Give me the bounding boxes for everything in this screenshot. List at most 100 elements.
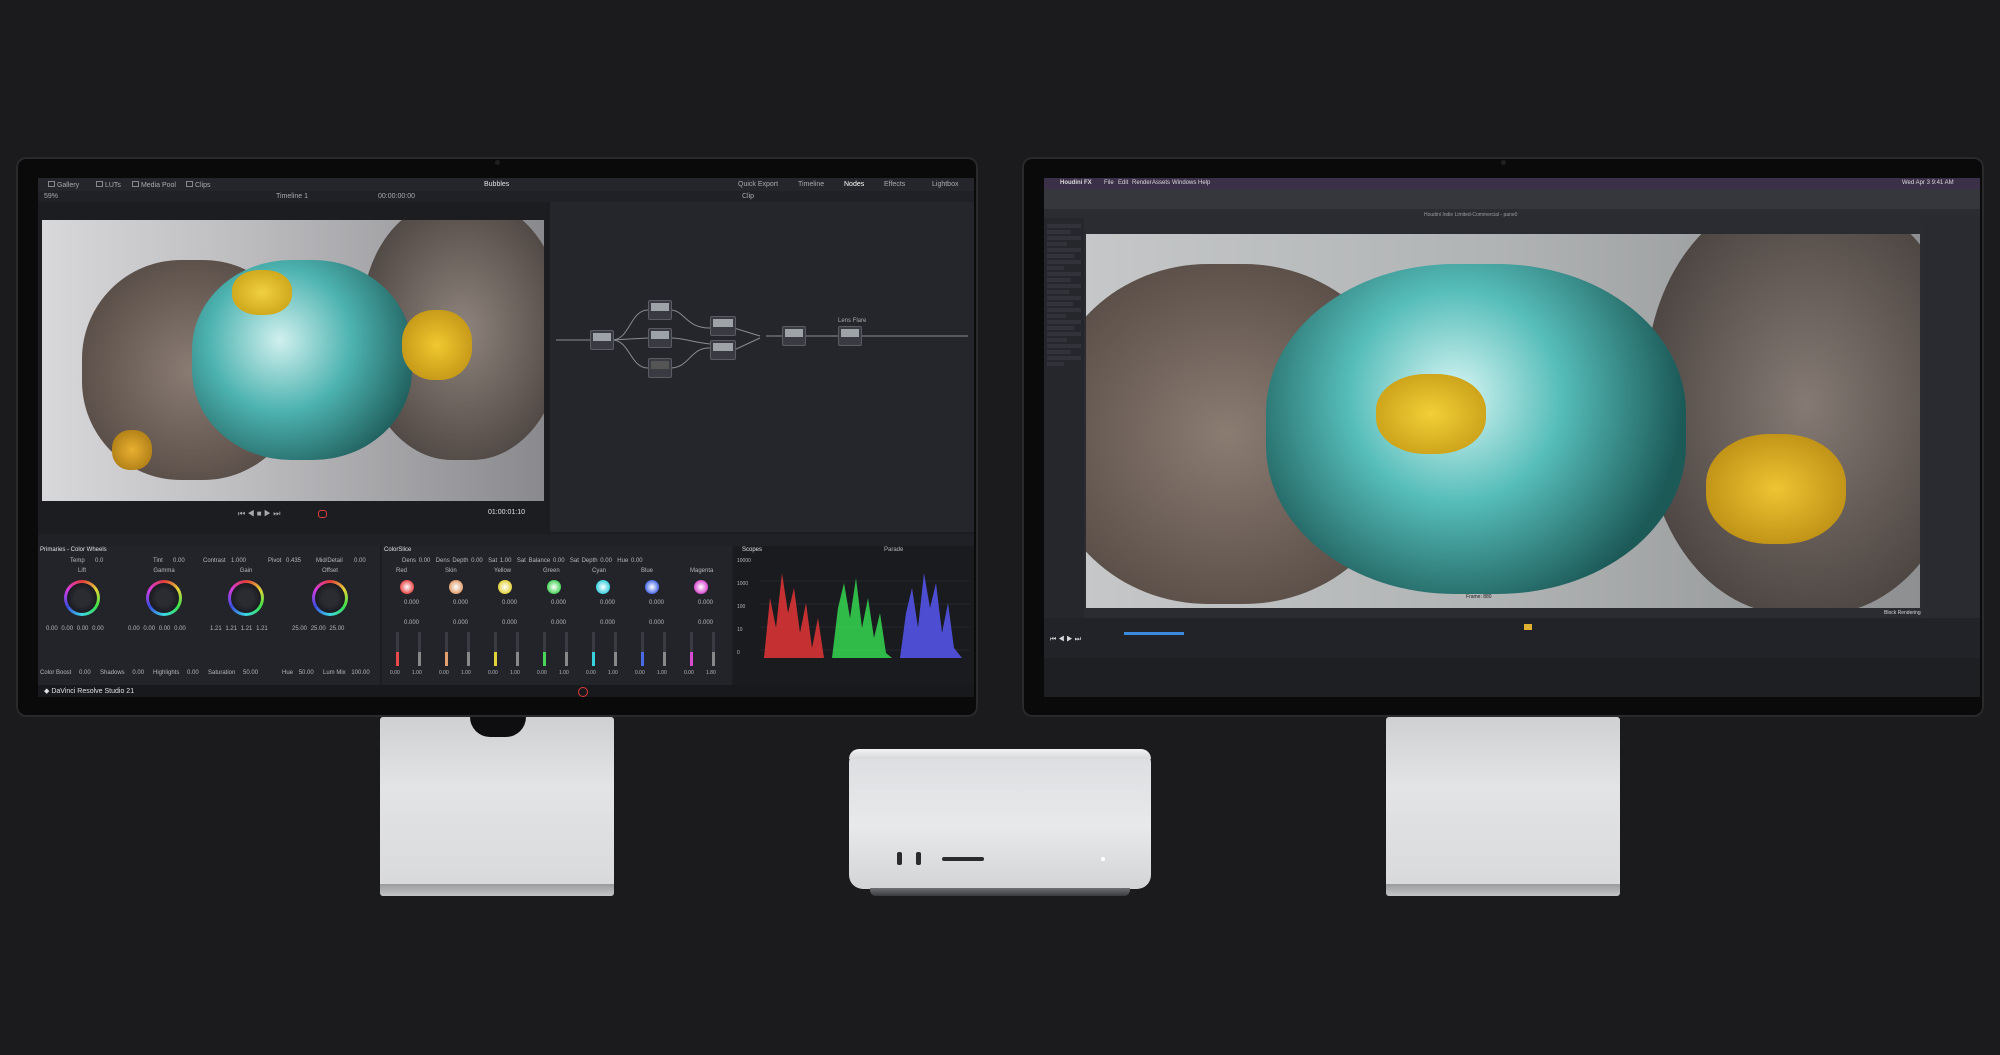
node-02[interactable] bbox=[648, 300, 672, 320]
page-color-icon[interactable] bbox=[578, 687, 588, 697]
houdini-timeline[interactable]: ⏮ ◀ ▶ ⏭ bbox=[1044, 618, 1980, 658]
color-wheel[interactable] bbox=[64, 580, 100, 616]
parade-selector[interactable]: Parade bbox=[884, 547, 903, 553]
slice-swatch[interactable] bbox=[449, 580, 463, 594]
slice-center-value[interactable]: 0.000 bbox=[551, 600, 566, 606]
shadows-control[interactable]: Shadows 0.00 bbox=[100, 670, 144, 676]
slice-fader[interactable] bbox=[543, 632, 546, 666]
tab-luts[interactable]: LUTs bbox=[96, 181, 121, 189]
zoom-level[interactable]: 59% bbox=[44, 193, 58, 200]
slice-fine-value[interactable]: 0.000 bbox=[453, 620, 468, 626]
slice-cyan[interactable]: Cyan 0.000 0.000 0.00 1.00 bbox=[584, 568, 630, 683]
slice-fader[interactable] bbox=[494, 632, 497, 666]
slice-fader[interactable] bbox=[712, 632, 715, 666]
slice-green[interactable]: Green 0.000 0.000 0.00 1.00 bbox=[535, 568, 581, 683]
transport-controls[interactable]: ⏮ ◀ ■ ▶ ⏭ bbox=[238, 509, 280, 519]
slice-fader[interactable] bbox=[592, 632, 595, 666]
color-wheel[interactable] bbox=[312, 580, 348, 616]
loop-icon[interactable] bbox=[318, 510, 327, 518]
node-03[interactable] bbox=[648, 328, 672, 348]
tab-nodes[interactable]: Nodes bbox=[844, 181, 864, 188]
color-boost-control[interactable]: Color Boost 0.00 bbox=[40, 670, 91, 676]
slice-center-value[interactable]: 0.000 bbox=[502, 600, 517, 606]
node-05[interactable] bbox=[710, 316, 736, 336]
menu-windows[interactable]: Windows bbox=[1172, 180, 1196, 186]
tab-lightbox[interactable]: Lightbox bbox=[932, 181, 958, 188]
menu-assets[interactable]: Assets bbox=[1152, 180, 1170, 186]
viewer-toolbar: 59% Timeline 1 00:00:00:00 Clip bbox=[38, 191, 974, 202]
app-name[interactable]: Houdini FX bbox=[1060, 180, 1092, 186]
node-editor[interactable]: Lens Flare bbox=[550, 202, 974, 532]
slice-red[interactable]: Red 0.000 0.000 0.00 1.00 bbox=[388, 568, 434, 683]
node-04[interactable] bbox=[648, 358, 672, 378]
tab-timeline[interactable]: Timeline bbox=[798, 181, 824, 188]
slice-yellow[interactable]: Yellow 0.000 0.000 0.00 1.00 bbox=[486, 568, 532, 683]
hue-control[interactable]: Hue 50.00 bbox=[282, 670, 314, 676]
slice-fine-value[interactable]: 0.000 bbox=[600, 620, 615, 626]
wheel-gain[interactable]: Gain 1.21 1.21 1.21 1.21 bbox=[206, 568, 286, 658]
menu-help[interactable]: Help bbox=[1198, 180, 1210, 186]
slice-fader[interactable] bbox=[614, 632, 617, 666]
slice-fine-value[interactable]: 0.000 bbox=[698, 620, 713, 626]
color-wheel[interactable] bbox=[146, 580, 182, 616]
wheel-gamma[interactable]: Gamma 0.00 0.00 0.00 0.00 bbox=[124, 568, 204, 658]
slice-fine-value[interactable]: 0.000 bbox=[404, 620, 419, 626]
node-07[interactable] bbox=[782, 326, 806, 346]
wheel-offset[interactable]: Offset 25.00 25.00 25.00 bbox=[288, 568, 372, 658]
slice-center-value[interactable]: 0.000 bbox=[649, 600, 664, 606]
node-01[interactable] bbox=[590, 330, 614, 350]
color-wheel[interactable] bbox=[228, 580, 264, 616]
slice-blue[interactable]: Blue 0.000 0.000 0.00 1.00 bbox=[633, 568, 679, 683]
slice-swatch[interactable] bbox=[400, 580, 414, 594]
menu-file[interactable]: File bbox=[1104, 180, 1114, 186]
slice-swatch[interactable] bbox=[694, 580, 708, 594]
tab-media-pool[interactable]: Media Pool bbox=[132, 181, 176, 189]
slice-swatch[interactable] bbox=[498, 580, 512, 594]
highlights-control[interactable]: Highlights 0.00 bbox=[153, 670, 199, 676]
tab-quick-export[interactable]: Quick Export bbox=[738, 181, 778, 188]
slice-swatch[interactable] bbox=[596, 580, 610, 594]
slice-center-value[interactable]: 0.000 bbox=[404, 600, 419, 606]
slice-fader[interactable] bbox=[641, 632, 644, 666]
scope-tick-0: 0 bbox=[737, 650, 740, 656]
slice-swatch[interactable] bbox=[645, 580, 659, 594]
slice-center-value[interactable]: 0.000 bbox=[453, 600, 468, 606]
node-06[interactable] bbox=[710, 340, 736, 360]
tab-gallery[interactable]: Gallery bbox=[48, 181, 79, 189]
wheel-lift[interactable]: Lift 0.00 0.00 0.00 0.00 bbox=[42, 568, 122, 658]
node-lens-flare[interactable] bbox=[838, 326, 862, 346]
timeline-selector[interactable]: Timeline 1 bbox=[276, 193, 308, 200]
houdini-viewport[interactable]: Frame: 880 bbox=[1086, 234, 1920, 608]
slice-skin[interactable]: Skin 0.000 0.000 0.00 1.00 bbox=[437, 568, 483, 683]
playback-controls[interactable]: ⏮ ◀ ▶ ⏭ bbox=[1050, 636, 1081, 644]
slice-fader[interactable] bbox=[565, 632, 568, 666]
slice-fine-value[interactable]: 0.000 bbox=[502, 620, 517, 626]
lum-mix-control[interactable]: Lum Mix 100.00 bbox=[323, 670, 370, 676]
saturation-control[interactable]: Saturation 50.00 bbox=[208, 670, 258, 676]
slice-fader[interactable] bbox=[396, 632, 399, 666]
contrast-value[interactable]: 1.000 bbox=[231, 558, 246, 564]
menu-edit[interactable]: Edit bbox=[1118, 180, 1128, 186]
slice-center-value[interactable]: 0.000 bbox=[600, 600, 615, 606]
slice-fader[interactable] bbox=[445, 632, 448, 666]
slice-magenta[interactable]: Magenta 0.000 0.000 0.00 1.80 bbox=[682, 568, 728, 683]
tint-value[interactable]: 0.00 bbox=[173, 558, 185, 564]
slice-center-value[interactable]: 0.000 bbox=[698, 600, 713, 606]
pivot-value[interactable]: 0.435 bbox=[286, 558, 301, 564]
clip-selector[interactable]: Clip bbox=[742, 193, 754, 200]
tab-clips[interactable]: Clips bbox=[186, 181, 211, 189]
menu-render[interactable]: Render bbox=[1132, 180, 1152, 186]
slice-top-controls[interactable]: Dens 0.00 Dens Depth 0.00 Sat 1.00 Sat B… bbox=[402, 558, 643, 564]
tab-effects[interactable]: Effects bbox=[884, 181, 905, 188]
slice-fine-value[interactable]: 0.000 bbox=[551, 620, 566, 626]
middetail-label: Mid/Detail bbox=[316, 558, 343, 564]
slice-fader[interactable] bbox=[467, 632, 470, 666]
middetail-value[interactable]: 0.00 bbox=[354, 558, 366, 564]
slice-fader[interactable] bbox=[663, 632, 666, 666]
slice-fader[interactable] bbox=[690, 632, 693, 666]
slice-swatch[interactable] bbox=[547, 580, 561, 594]
temp-value[interactable]: 0.0 bbox=[95, 558, 103, 564]
slice-fader[interactable] bbox=[418, 632, 421, 666]
slice-fine-value[interactable]: 0.000 bbox=[649, 620, 664, 626]
slice-fader[interactable] bbox=[516, 632, 519, 666]
